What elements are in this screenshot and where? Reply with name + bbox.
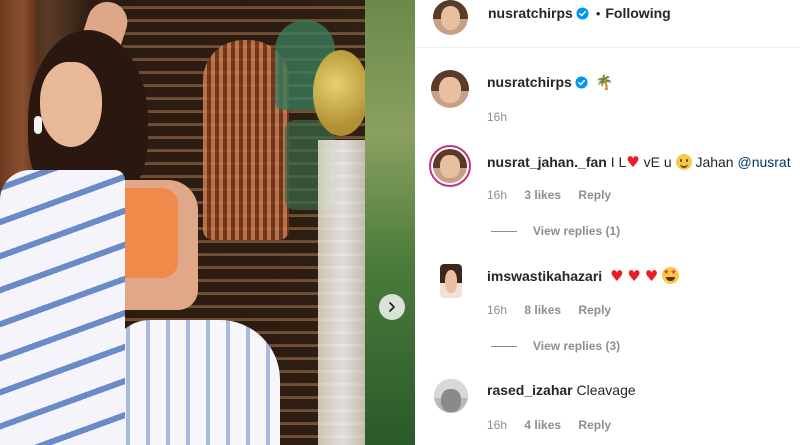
comment-text: rased_izahar Cleavage xyxy=(487,382,636,398)
star-struck-emoji-icon xyxy=(662,267,680,284)
verified-badge-icon xyxy=(575,76,588,89)
heart-emoji: ♥ xyxy=(610,267,624,285)
replies-divider xyxy=(491,346,517,348)
smiling-emoji-icon xyxy=(675,154,692,170)
replies-divider xyxy=(491,231,517,233)
story-ring[interactable] xyxy=(429,145,471,187)
comment-time: 16h xyxy=(487,418,508,432)
view-replies-label: View replies (3) xyxy=(533,339,621,353)
caption-meta: 16h xyxy=(487,110,521,124)
chevron-right-icon xyxy=(389,302,395,312)
comment-body: Cleavage xyxy=(576,382,636,398)
verified-badge-icon xyxy=(576,7,589,20)
post-header: nusratchirps • Following xyxy=(415,0,800,48)
comment-body-part: Jahan xyxy=(695,154,734,170)
heart-emoji: ♥ xyxy=(644,267,659,285)
comment-meta: 16h 8 likes Reply xyxy=(487,303,625,317)
commenter-avatar xyxy=(433,149,467,183)
caption-avatar[interactable] xyxy=(431,70,469,108)
post-photo xyxy=(0,0,415,445)
comment-meta: 16h 4 likes Reply xyxy=(487,418,625,432)
figure-robe xyxy=(0,170,125,445)
commenter-avatar[interactable] xyxy=(434,379,468,413)
caption-time: 16h xyxy=(487,110,508,124)
comment-text: nusrat_jahan._fan I L♥ vE u Jahan @nusra… xyxy=(487,153,791,171)
commenter-username[interactable]: rased_izahar xyxy=(487,382,573,398)
separator-dot: • xyxy=(595,6,601,21)
next-image-button[interactable] xyxy=(379,294,405,320)
comment-body-part: I L xyxy=(610,154,627,170)
lantern-decoration xyxy=(313,50,369,136)
foliage xyxy=(365,0,415,445)
caption-text: nusratchirps 🌴 xyxy=(487,74,613,91)
reply-button[interactable]: Reply xyxy=(578,188,611,202)
comment-likes[interactable]: 8 likes xyxy=(524,303,561,317)
comment-text: imswastikahazari ♥ ♥ ♥ xyxy=(487,267,680,285)
commenter-username[interactable]: imswastikahazari xyxy=(487,268,602,284)
figure-earring xyxy=(34,116,42,134)
figure-face xyxy=(40,62,102,147)
figure-skirt xyxy=(110,320,280,445)
commenter-username[interactable]: nusrat_jahan._fan xyxy=(487,154,607,170)
palm-tree-emoji: 🌴 xyxy=(595,75,614,91)
comment-likes[interactable]: 3 likes xyxy=(524,188,561,202)
view-replies-button[interactable]: View replies (3) xyxy=(491,339,620,353)
header-line: nusratchirps • Following xyxy=(488,5,671,23)
view-replies-button[interactable]: View replies (1) xyxy=(491,224,620,238)
comment-body-part: vE u xyxy=(643,154,672,170)
heart-emoji: ♥ xyxy=(627,267,641,285)
comment-likes[interactable]: 4 likes xyxy=(524,418,561,432)
reply-button[interactable]: Reply xyxy=(578,418,611,432)
comments-panel: nusratchirps • Following nusratchirps 🌴 16… xyxy=(415,0,800,445)
author-avatar[interactable] xyxy=(433,0,468,35)
reply-button[interactable]: Reply xyxy=(578,303,611,317)
view-replies-label: View replies (1) xyxy=(533,224,621,238)
comment-time: 16h xyxy=(487,303,508,317)
mention-link[interactable]: @nusrat xyxy=(737,154,790,170)
comment-meta: 16h 3 likes Reply xyxy=(487,188,625,202)
commenter-avatar[interactable] xyxy=(440,264,462,298)
caption-username[interactable]: nusratchirps xyxy=(487,74,572,90)
heart-emoji: ♥ xyxy=(626,153,640,171)
author-username[interactable]: nusratchirps xyxy=(488,5,573,21)
comment-time: 16h xyxy=(487,188,508,202)
curtain xyxy=(318,140,368,445)
following-button[interactable]: Following xyxy=(605,5,670,21)
